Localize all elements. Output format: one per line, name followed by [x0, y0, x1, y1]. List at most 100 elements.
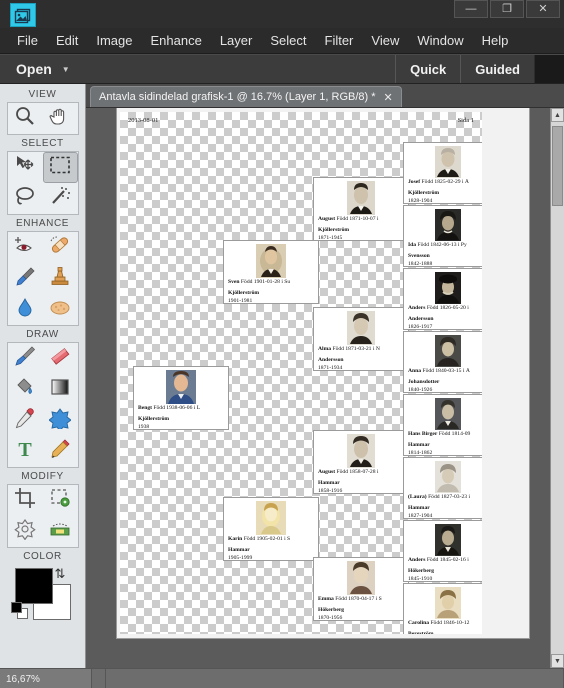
scroll-down-arrow-icon[interactable]: ▼: [551, 654, 564, 668]
eraser-icon: [49, 345, 71, 372]
paint-bucket-tool[interactable]: [8, 374, 43, 405]
gradient-tool[interactable]: [43, 374, 78, 405]
person-card-line1: Karin Född 1905-02-01 i S: [224, 536, 318, 547]
person-card-line1: Emma Född 1870-04-17 i S: [314, 596, 408, 607]
foreground-color-swatch[interactable]: [14, 568, 53, 604]
open-button[interactable]: Open: [16, 61, 52, 77]
person-card-anders-hokerberg[interactable]: Anders Född 1845-02-16 i Hökerberg 1845-…: [403, 520, 482, 582]
hand-tool[interactable]: [43, 103, 78, 134]
person-card-anders-andersson[interactable]: Anders Född 1826-05-20 i Andersson 1826-…: [403, 268, 482, 330]
menu-item-window[interactable]: Window: [408, 30, 472, 51]
lasso-tool[interactable]: [8, 183, 43, 214]
person-birth-detail: Född 1871-10-07 i: [336, 216, 379, 222]
person-card-hans-birger-hammar[interactable]: Hans Birger Född 1814-09 Hammar 1814-186…: [403, 394, 482, 456]
person-surname: Kjöllerström: [138, 415, 170, 422]
title-bar: — ❐ ✕: [0, 0, 564, 28]
document-tab-strip: Antavla sidindelad grafisk-1 @ 16.7% (La…: [86, 84, 564, 108]
person-card-josef-kjollerstrom[interactable]: Josef Född 1825-02-29 i Å Kjöllerström 1…: [403, 142, 482, 204]
scrollbar-thumb[interactable]: [552, 126, 563, 206]
color-picker-tool[interactable]: [8, 405, 43, 436]
tab-expert[interactable]: [534, 55, 564, 83]
minimize-button[interactable]: —: [454, 0, 488, 18]
person-surname: Hammar: [408, 504, 430, 511]
person-card-alma-andersson[interactable]: Alma Född 1871-03-21 i N Andersson 1871-…: [313, 307, 409, 371]
menu-item-layer[interactable]: Layer: [211, 30, 262, 51]
move-arrow-icon: [14, 154, 36, 181]
close-icon[interactable]: ✕: [384, 91, 393, 104]
tab-quick[interactable]: Quick: [395, 55, 460, 83]
menu-item-view[interactable]: View: [362, 30, 408, 51]
pencil-tool[interactable]: [43, 436, 78, 467]
document-tab[interactable]: Antavla sidindelad grafisk-1 @ 16.7% (La…: [90, 86, 402, 107]
quick-selection-tool[interactable]: [43, 183, 78, 214]
menu-item-filter[interactable]: Filter: [316, 30, 363, 51]
default-colors-icon[interactable]: [10, 602, 29, 620]
recompose-tool[interactable]: [43, 485, 78, 516]
canvas-vertical-scrollbar[interactable]: ▲ ▼: [550, 108, 564, 668]
menu-item-file[interactable]: File: [8, 30, 47, 51]
person-surname: Hökerberg: [408, 567, 435, 574]
canvas-page-label: Sida 1: [457, 117, 474, 124]
close-button[interactable]: ✕: [526, 0, 560, 18]
straighten-icon: [49, 518, 71, 545]
toolbox-section-view-label: VIEW: [28, 89, 57, 100]
color-swatches: ⇅: [10, 566, 75, 624]
zoom-tool[interactable]: [8, 103, 43, 134]
crop-tool[interactable]: [8, 485, 43, 516]
maximize-button[interactable]: ❐: [490, 0, 524, 18]
person-card-ida-svensson[interactable]: Ida Född 1842-06-13 i Py Svensson 1842-1…: [403, 205, 482, 267]
type-tool[interactable]: T: [8, 436, 43, 467]
sponge-tool[interactable]: [43, 294, 78, 325]
clone-stamp-tool[interactable]: [43, 263, 78, 294]
person-birth-detail: Född 1905-02-01 i S: [243, 536, 291, 542]
person-card-carolina-bergstrom[interactable]: Carolina Född 1846-10-12 Bergström 1846-…: [403, 583, 482, 634]
blur-tool[interactable]: [8, 294, 43, 325]
custom-shape-tool[interactable]: [43, 405, 78, 436]
brush-tool[interactable]: [8, 343, 43, 374]
person-card-august-kjollerstrom[interactable]: August Född 1871-10-07 i Kjöllerström 18…: [313, 177, 409, 241]
spot-healing-brush-tool[interactable]: [43, 232, 78, 263]
person-birth-detail: Född 1901-01-28 i Su: [240, 279, 291, 285]
person-card-august-hammar[interactable]: August Född 1858-07-28 i Hammar 1858-191…: [313, 430, 409, 494]
portrait-photo: [347, 181, 375, 215]
magnifier-icon: [14, 105, 36, 132]
person-surname: Andersson: [408, 315, 434, 322]
canvas-viewport[interactable]: 2013-08-01 Sida 1 Bengt Född 1938-06-06 …: [86, 108, 564, 668]
straighten-tool[interactable]: [43, 516, 78, 547]
sponge-icon: [49, 296, 71, 323]
document-info-field: [106, 669, 564, 688]
window-controls[interactable]: — ❐ ✕: [454, 0, 560, 18]
rectangular-marquee-tool[interactable]: [42, 152, 78, 183]
zoom-level-field[interactable]: 16,67%: [0, 669, 92, 688]
image-canvas[interactable]: 2013-08-01 Sida 1 Bengt Född 1938-06-06 …: [120, 112, 482, 634]
menu-item-image[interactable]: Image: [87, 30, 141, 51]
smart-brush-tool[interactable]: [8, 263, 43, 294]
person-card-karin[interactable]: Karin Född 1905-02-01 i S Hammar 1905-19…: [223, 497, 319, 561]
lasso-icon: [14, 185, 36, 212]
person-card-anna-johansdotter[interactable]: Anna Född 1840-03-15 i Å Johansdotter 18…: [403, 331, 482, 393]
chevron-down-icon[interactable]: ▼: [62, 65, 70, 74]
toolbox-section-select-label: SELECT: [21, 138, 64, 149]
person-given-name: Emma: [318, 596, 334, 602]
move-tool[interactable]: [8, 152, 43, 183]
menu-item-edit[interactable]: Edit: [47, 30, 87, 51]
eraser-tool[interactable]: [43, 343, 78, 374]
tab-guided[interactable]: Guided: [460, 55, 534, 83]
person-card-laura-hammar[interactable]: (Laura) Född 1827-03-23 i Hammar 1827-19…: [403, 457, 482, 519]
swap-colors-icon[interactable]: ⇅: [55, 566, 66, 582]
person-card-sven[interactable]: Sven Född 1901-01-28 i Su Kjöllerström 1…: [223, 240, 319, 304]
menu-item-help[interactable]: Help: [473, 30, 518, 51]
person-card-line1: Anders Född 1826-05-20 i: [404, 305, 482, 316]
person-card-emma-hokerberg[interactable]: Emma Född 1870-04-17 i S Hökerberg 1870-…: [313, 557, 409, 621]
person-given-name: August: [318, 216, 336, 222]
menu-item-select[interactable]: Select: [261, 30, 315, 51]
person-given-name: Josef: [408, 179, 421, 185]
toolbox-section-enhance-label: ENHANCE: [15, 218, 70, 229]
red-eye-removal-tool[interactable]: [8, 232, 43, 263]
menu-item-enhance[interactable]: Enhance: [142, 30, 211, 51]
person-lifespan: 1870-1956: [318, 614, 343, 621]
person-card-bengt[interactable]: Bengt Född 1938-06-06 i L Kjöllerström 1…: [133, 366, 229, 430]
content-aware-move-tool[interactable]: [8, 516, 43, 547]
eyedropper-icon: [14, 407, 36, 434]
scroll-up-arrow-icon[interactable]: ▲: [551, 108, 564, 122]
